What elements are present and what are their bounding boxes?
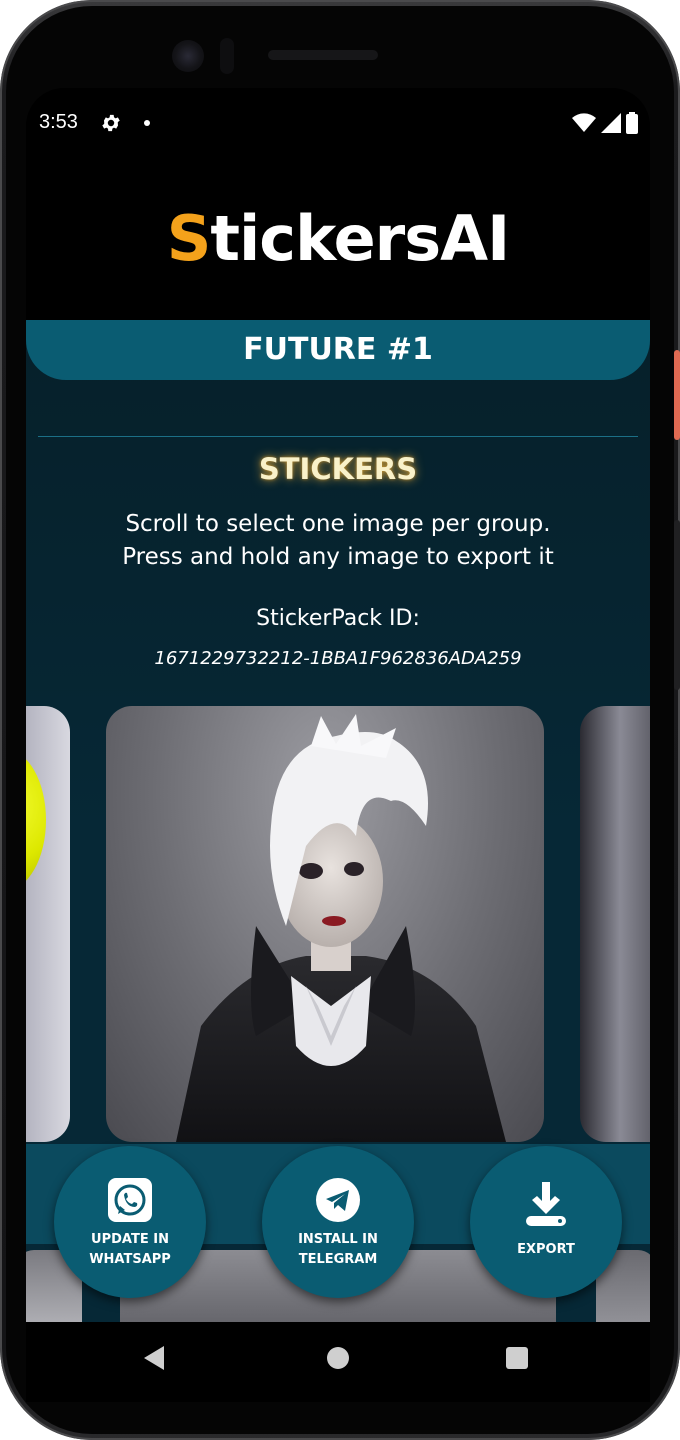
instructions: Scroll to select one image per group. Pr… [26,508,650,574]
status-bar: 3:53 [26,88,650,160]
label-line: WHATSAPP [89,1252,171,1267]
export-button[interactable]: EXPORT [470,1146,622,1298]
telegram-label: INSTALL IN TELEGRAM [262,1230,414,1270]
power-button [674,350,680,440]
system-icons [572,112,638,134]
wifi-icon [572,113,596,132]
export-label: EXPORT [517,1242,575,1257]
logo-text: tickersAI [210,202,510,275]
status-time: 3:53 [39,111,78,133]
label-line: INSTALL IN [298,1232,378,1247]
update-whatsapp-button[interactable]: UPDATE IN WHATSAPP [54,1146,206,1298]
back-icon[interactable] [144,1346,164,1370]
home-icon[interactable] [327,1347,349,1369]
volume-button [674,520,680,690]
sticker-card-previous[interactable] [26,706,70,1142]
screen: 3:53 StickersAI FUTURE #1 STICKERS Scrol… [26,88,650,1358]
label-line: TELEGRAM [298,1252,378,1267]
download-icon [526,1182,566,1226]
telegram-icon [316,1178,360,1222]
recents-icon[interactable] [506,1347,528,1369]
settings-icon [100,112,122,134]
sticker-pack-id-label: StickerPack ID: [256,606,420,631]
sticker-pack-id-value: 1671229732212-1BBA1F962836ADA259 [154,648,522,669]
sticker-card-next[interactable] [580,706,650,1142]
instruction-line: Press and hold any image to export it [122,544,554,570]
label-line: UPDATE IN [91,1232,169,1247]
app-logo: StickersAI [26,202,650,275]
battery-icon [626,112,638,134]
sensor [220,38,234,74]
signal-icon [601,113,621,133]
app-header: StickersAI [26,160,650,328]
pack-title: FUTURE #1 [26,320,650,380]
notification-dot-icon [144,120,150,126]
earpiece-speaker [268,50,378,60]
front-camera [172,40,204,72]
sticker-image [176,714,506,1142]
sticker-image [26,750,46,890]
navigation-bar [26,1322,650,1402]
divider [38,436,638,437]
install-telegram-button[interactable]: INSTALL IN TELEGRAM [262,1146,414,1298]
sticker-card-selected[interactable] [106,706,544,1142]
section-title: STICKERS [258,452,418,486]
whatsapp-label: UPDATE IN WHATSAPP [54,1230,206,1270]
instruction-line: Scroll to select one image per group. [125,511,551,537]
logo-letter: S [166,202,212,275]
whatsapp-icon [108,1178,152,1222]
